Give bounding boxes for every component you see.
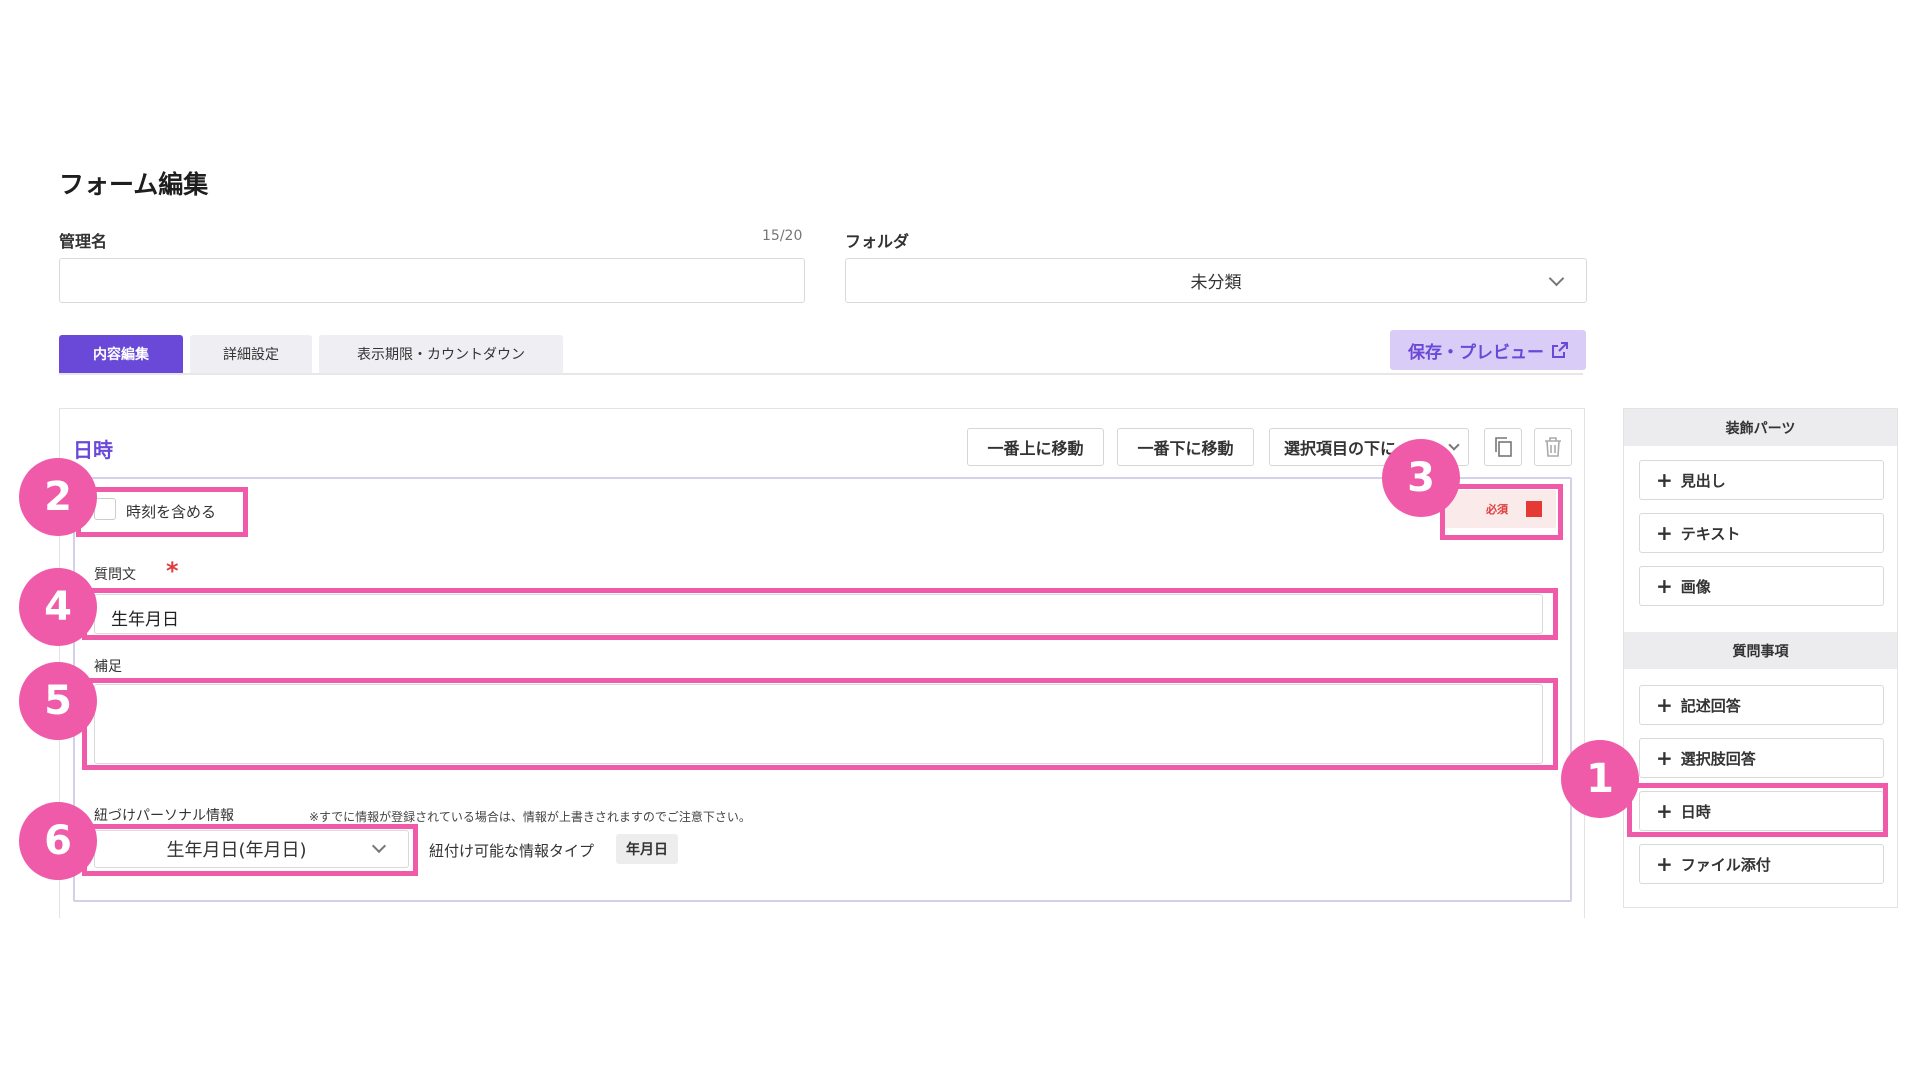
supplement-label: 補足 — [94, 659, 122, 675]
chevron-down-icon — [1548, 270, 1565, 287]
delete-button[interactable] — [1534, 428, 1572, 466]
tab-label: 表示期限・カウントダウン — [357, 347, 525, 363]
question-label: 質問文 — [94, 567, 136, 583]
highlight-box-2 — [76, 487, 248, 537]
chevron-down-icon — [1448, 439, 1460, 451]
move-bottom-label: 一番下に移動 — [1137, 439, 1234, 458]
annotation-badge-2: 2 — [19, 458, 97, 536]
question-items-heading: 質問事項 — [1624, 632, 1897, 669]
copy-icon — [1495, 437, 1512, 457]
highlight-box-5 — [82, 678, 1558, 770]
tab-display-period[interactable]: 表示期限・カウントダウン — [319, 335, 563, 373]
tab-label: 詳細設定 — [223, 347, 279, 363]
annotation-badge-4: 4 — [19, 568, 97, 646]
copy-button[interactable] — [1484, 428, 1522, 466]
info-type-label: 紐付け可能な情報タイプ — [429, 842, 595, 860]
move-below-label: 選択項目の下に — [1284, 439, 1397, 458]
trash-icon — [1545, 437, 1561, 457]
personal-info-label: 紐づけパーソナル情報 — [94, 808, 234, 824]
folder-field-label: フォルダ — [845, 232, 910, 251]
folder-select[interactable]: 未分類 — [845, 258, 1587, 303]
tab-content-edit[interactable]: 内容編集 — [59, 335, 183, 373]
external-link-icon — [1552, 342, 1568, 358]
move-top-label: 一番上に移動 — [987, 439, 1084, 458]
info-type-tag: 年月日 — [616, 834, 678, 864]
annotation-badge-6: 6 — [19, 802, 97, 880]
add-file-button[interactable]: + ファイル添付 — [1639, 844, 1884, 884]
highlight-box-1 — [1627, 783, 1888, 837]
add-text-button[interactable]: + テキスト — [1639, 513, 1884, 553]
page-title: フォーム編集 — [59, 170, 209, 199]
personal-info-note: ※すでに情報が登録されている場合は、情報が上書きされますのでご注意下さい。 — [309, 810, 751, 824]
tab-detail-settings[interactable]: 詳細設定 — [190, 335, 312, 373]
required-asterisk: * — [166, 557, 179, 585]
item-title: 日時 — [73, 438, 113, 462]
name-field-label: 管理名 — [59, 232, 108, 251]
annotation-badge-1: 1 — [1561, 740, 1639, 818]
folder-selected-value: 未分類 — [1190, 273, 1242, 293]
name-input[interactable] — [59, 258, 805, 303]
plus-icon: + — [1656, 693, 1673, 717]
move-bottom-button[interactable]: 一番下に移動 — [1117, 428, 1254, 466]
add-free-answer-label: 記述回答 — [1680, 696, 1741, 715]
highlight-box-4 — [82, 588, 1558, 640]
name-char-counter: 15/20 — [762, 228, 803, 244]
plus-icon: + — [1656, 852, 1673, 876]
add-heading-label: 見出し — [1680, 471, 1726, 490]
add-heading-button[interactable]: + 見出し — [1639, 460, 1884, 500]
add-free-answer-button[interactable]: + 記述回答 — [1639, 685, 1884, 725]
add-file-label: ファイル添付 — [1680, 855, 1771, 874]
plus-icon: + — [1656, 468, 1673, 492]
add-choice-answer-label: 選択肢回答 — [1680, 749, 1756, 768]
highlight-box-3 — [1440, 484, 1563, 540]
tab-divider — [59, 373, 1583, 375]
save-preview-button[interactable]: 保存・プレビュー — [1390, 330, 1586, 370]
annotation-badge-3: 3 — [1382, 439, 1460, 517]
decor-parts-heading: 装飾パーツ — [1624, 409, 1897, 446]
tab-label: 内容編集 — [93, 347, 149, 363]
add-image-button[interactable]: + 画像 — [1639, 566, 1884, 606]
move-top-button[interactable]: 一番上に移動 — [967, 428, 1104, 466]
plus-icon: + — [1656, 574, 1673, 598]
plus-icon: + — [1656, 746, 1673, 770]
save-preview-label: 保存・プレビュー — [1408, 342, 1544, 363]
annotation-badge-5: 5 — [19, 662, 97, 740]
add-choice-answer-button[interactable]: + 選択肢回答 — [1639, 738, 1884, 778]
plus-icon: + — [1656, 521, 1673, 545]
add-text-label: テキスト — [1680, 524, 1741, 543]
add-image-label: 画像 — [1680, 577, 1711, 596]
highlight-box-6 — [82, 824, 418, 876]
